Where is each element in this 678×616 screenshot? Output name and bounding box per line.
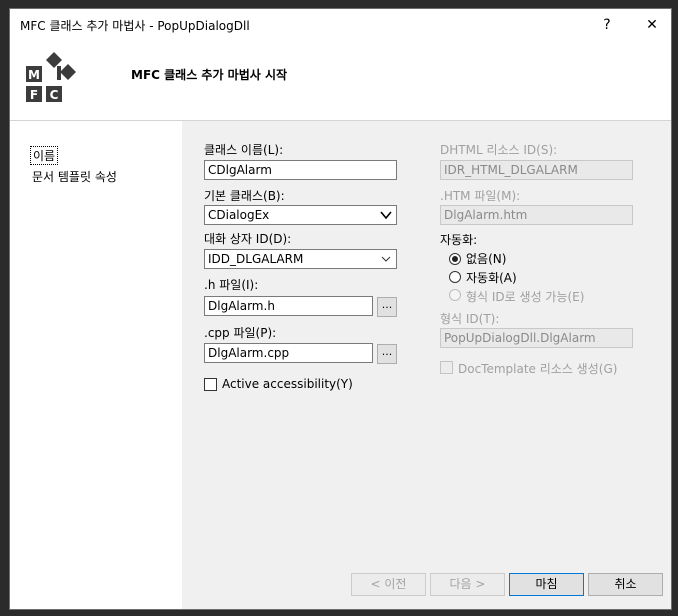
cpp-file-label: .cpp 파일(P): [204,326,277,340]
close-button[interactable]: ✕ [640,15,664,35]
htm-file-label: .HTM 파일(M): [440,189,521,203]
nav-item-doc-template[interactable]: 문서 템플릿 속성 [32,168,117,185]
dhtml-id-label: DHTML 리소스 ID(S): [440,143,558,157]
h-file-label: .h 파일(I): [204,278,259,292]
chevron-down-icon [381,256,391,262]
cpp-file-browse-button[interactable]: ... [377,344,397,364]
finish-button[interactable]: 마침 [509,573,584,596]
automation-createable-radio[interactable] [449,289,461,301]
automation-automation-label: 자동화(A) [466,271,517,285]
help-button[interactable]: ? [595,15,619,35]
logo-letter-m: M [28,68,40,82]
base-class-label: 기본 클래스(B): [204,189,285,203]
mfc-logo-icon: M F C [26,52,76,102]
type-id-label: 형식 ID(T): [440,312,500,326]
active-accessibility-checkbox[interactable] [204,378,217,391]
active-accessibility-label: Active accessibility(Y) [222,377,353,391]
dialog-id-combo[interactable]: IDD_DLGALARM [204,249,397,269]
base-class-value: CDialogEx [208,208,270,222]
prev-button[interactable]: < 이전 [351,573,426,596]
logo-letter-c: C [50,88,59,102]
automation-none-label: 없음(N) [466,252,507,266]
cancel-button[interactable]: 취소 [588,573,663,596]
page-title: MFC 클래스 추가 마법사 시작 [131,68,288,82]
dhtml-id-input[interactable]: IDR_HTML_DLGALARM [440,160,633,180]
type-id-input[interactable]: PopUpDialogDll.DlgAlarm [440,328,633,348]
title-bar: MFC 클래스 추가 마법사 - PopUpDialogDll ? ✕ [10,9,671,41]
automation-none-radio[interactable] [449,253,461,265]
h-file-input[interactable]: DlgAlarm.h [204,296,373,316]
automation-createable-label: 형식 ID로 생성 가능(E) [466,290,585,304]
dialog-id-value: IDD_DLGALARM [208,252,304,266]
dialog-id-label: 대화 상자 ID(D): [204,232,292,246]
next-button[interactable]: 다음 > [430,573,505,596]
wizard-nav: 이름 문서 템플릿 속성 [10,121,182,609]
window-title: MFC 클래스 추가 마법사 - PopUpDialogDll [20,19,250,33]
doctemplate-label: DocTemplate 리소스 생성(G) [458,362,618,376]
cpp-file-input[interactable]: DlgAlarm.cpp [204,343,373,363]
base-class-combo[interactable]: CDialogEx [204,205,397,225]
automation-label: 자동화: [440,233,478,247]
chevron-down-icon [380,211,392,220]
h-file-browse-button[interactable]: ... [377,297,397,317]
wizard-header: M F C MFC 클래스 추가 마법사 시작 [10,41,671,120]
logo-letter-f: F [30,88,38,102]
nav-item-name[interactable]: 이름 [30,146,59,165]
class-name-label: 클래스 이름(L): [204,143,284,157]
wizard-window: MFC 클래스 추가 마법사 - PopUpDialogDll ? ✕ M F … [9,8,672,610]
htm-file-input[interactable]: DlgAlarm.htm [440,205,633,225]
doctemplate-checkbox[interactable] [440,361,453,374]
automation-automation-radio[interactable] [449,271,461,283]
wizard-content: 클래스 이름(L): CDlgAlarm 기본 클래스(B): CDialogE… [190,121,671,561]
class-name-input[interactable]: CDlgAlarm [204,160,397,180]
